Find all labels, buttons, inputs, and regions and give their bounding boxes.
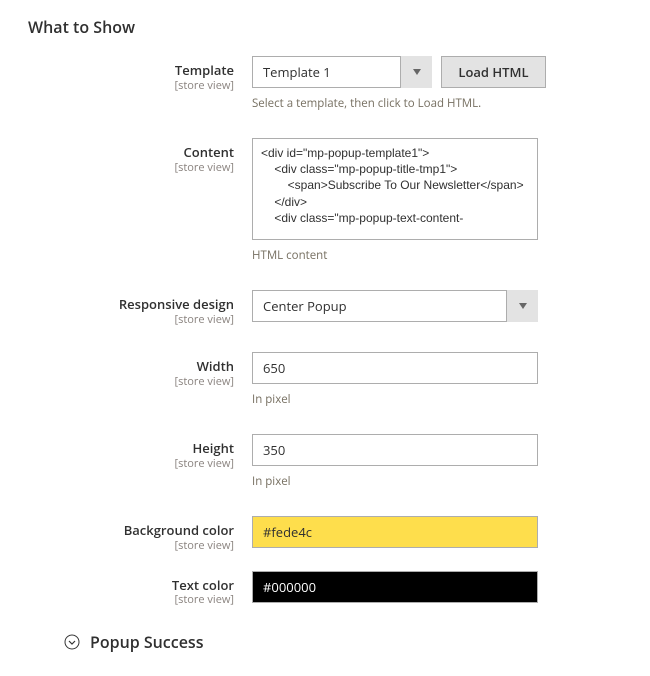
responsive-select-wrap: Center Popup bbox=[252, 290, 538, 322]
content-textarea[interactable]: <div id="mp-popup-template1"> <div class… bbox=[252, 138, 538, 240]
chevron-circle-down-icon bbox=[64, 634, 80, 650]
field-template: Template [store view] Template 1 Load HT… bbox=[0, 56, 650, 112]
label-responsive: Responsive design [store view] bbox=[0, 290, 252, 326]
label-scope: [store view] bbox=[0, 375, 234, 388]
label-textcolor: Text color [store view] bbox=[0, 571, 252, 607]
label-scope: [store view] bbox=[0, 457, 234, 470]
width-hint: In pixel bbox=[252, 392, 592, 408]
content-hint: HTML content bbox=[252, 248, 592, 264]
label-scope: [store view] bbox=[0, 79, 234, 92]
popup-success-title: Popup Success bbox=[90, 631, 204, 653]
height-input[interactable]: 350 bbox=[252, 434, 538, 466]
field-responsive: Responsive design [store view] Center Po… bbox=[0, 290, 650, 326]
label-content: Content [store view] bbox=[0, 138, 252, 174]
height-hint: In pixel bbox=[252, 474, 592, 490]
template-select-wrap: Template 1 bbox=[252, 56, 432, 88]
load-html-button[interactable]: Load HTML bbox=[441, 56, 545, 88]
label-scope: [store view] bbox=[0, 313, 234, 326]
label-text: Width bbox=[0, 358, 234, 375]
section-title: What to Show bbox=[0, 0, 650, 56]
field-bgcolor: Background color [store view] #fede4c bbox=[0, 516, 650, 552]
responsive-select[interactable]: Center Popup bbox=[252, 290, 538, 322]
label-scope: [store view] bbox=[0, 539, 234, 552]
field-textcolor: Text color [store view] #000000 bbox=[0, 571, 650, 607]
label-bgcolor: Background color [store view] bbox=[0, 516, 252, 552]
textcolor-input[interactable]: #000000 bbox=[252, 571, 538, 603]
label-template: Template [store view] bbox=[0, 56, 252, 92]
label-text: Height bbox=[0, 440, 234, 457]
label-text: Responsive design bbox=[0, 296, 234, 313]
template-hint: Select a template, then click to Load HT… bbox=[252, 96, 592, 112]
label-height: Height [store view] bbox=[0, 434, 252, 470]
chevron-down-icon bbox=[400, 56, 432, 88]
label-width: Width [store view] bbox=[0, 352, 252, 388]
label-text: Text color bbox=[0, 577, 234, 594]
label-text: Content bbox=[0, 144, 234, 161]
width-input[interactable]: 650 bbox=[252, 352, 538, 384]
popup-success-section[interactable]: Popup Success bbox=[0, 621, 650, 653]
field-content: Content [store view] <div id="mp-popup-t… bbox=[0, 138, 650, 264]
label-scope: [store view] bbox=[0, 161, 234, 174]
field-width: Width [store view] 650 In pixel bbox=[0, 352, 650, 408]
label-text: Template bbox=[0, 62, 234, 79]
label-text: Background color bbox=[0, 522, 234, 539]
label-scope: [store view] bbox=[0, 593, 234, 606]
bgcolor-input[interactable]: #fede4c bbox=[252, 516, 538, 548]
field-height: Height [store view] 350 In pixel bbox=[0, 434, 650, 490]
chevron-down-icon bbox=[506, 290, 538, 322]
